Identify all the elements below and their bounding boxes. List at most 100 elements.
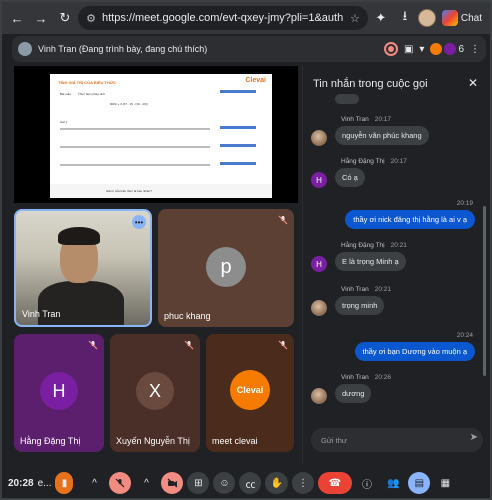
presenting-bar: Vinh Tran (Đang trình bày, đang chú thíc…	[12, 36, 486, 62]
chat-panel: Tin nhắn trong cuộc gọi ✕ Vinh Tran 20:17…	[302, 66, 488, 464]
chat-bubble: trọng minh	[335, 296, 385, 315]
emoji-reaction-button[interactable]: ☺	[213, 472, 236, 494]
site-info-icon[interactable]: ⚙	[84, 12, 98, 25]
people-icon[interactable]: 👥	[382, 472, 404, 494]
chat-title: Tin nhắn trong cuộc gọi	[313, 78, 428, 90]
classroom-icon[interactable]: ▮	[55, 472, 74, 494]
mic-off-icon	[278, 340, 288, 350]
browser-toolbar: ← → ↻ ⚙ https://meet.google.com/evt-qxey…	[2, 2, 490, 34]
address-bar[interactable]: ⚙ https://meet.google.com/evt-qxey-jmy?p…	[78, 6, 368, 30]
chat-bubble: nguyễn văn phúc khang	[335, 126, 429, 145]
person-hair	[58, 227, 100, 245]
participant-tile[interactable]: ••• Vinh Tran	[14, 209, 152, 327]
camera-off-icon[interactable]: ▣	[404, 44, 413, 55]
more-vertical-icon[interactable]: ⋮	[470, 44, 480, 55]
meet-window: ← → ↻ ⚙ https://meet.google.com/evt-qxey…	[0, 0, 492, 500]
captions-button[interactable]: ㏄	[239, 472, 262, 494]
extensions-icon[interactable]: ✦	[370, 7, 392, 29]
sender-avatar	[311, 388, 327, 404]
chat-sender: Vinh Tran	[341, 374, 369, 381]
mic-off-icon	[88, 340, 98, 350]
screen-share[interactable]: TÍNH GIÁ TRỊ CỦA BIỂU THỨC Clevai Bài mẫ…	[14, 66, 298, 203]
chat-time: 20:24	[456, 332, 473, 339]
slide-highlight	[220, 162, 256, 165]
slide-rule	[60, 128, 210, 130]
slide-footer-question: Giá trị của biểu thức là bao nhiêu?	[106, 189, 152, 193]
gemini-chat-button[interactable]: Chat	[438, 7, 486, 29]
sender-avatar	[311, 130, 327, 146]
downloads-icon[interactable]: ⭳	[394, 7, 416, 29]
profile-avatar[interactable]	[417, 9, 436, 27]
slide-problem-label: Bài mẫu	[60, 92, 72, 96]
chat-meta: Vinh Tran 20:17	[341, 116, 391, 123]
chat-meta: Vinh Tran 20:26	[341, 374, 391, 381]
participant-dot	[430, 43, 443, 55]
chat-sender: Vinh Tran	[341, 116, 369, 123]
bookmark-star-icon[interactable]: ☆	[348, 12, 362, 25]
participant-count: 6	[458, 43, 464, 55]
person-body	[38, 281, 124, 325]
camera-options-chevron-icon[interactable]: ^	[135, 472, 157, 494]
participant-tile[interactable]: X Xuyến Nguyễn Thị	[110, 334, 200, 452]
slide-logo: Clevai	[245, 77, 266, 84]
participant-name: Vinh Tran	[22, 309, 61, 319]
chat-message-list[interactable]: Vinh Tran 20:17 nguyễn văn phúc khang Hằn…	[303, 90, 489, 410]
send-icon[interactable]: ➤	[470, 432, 478, 443]
slide-step-label: Gợi ý	[60, 120, 68, 124]
mic-toggle-button[interactable]	[109, 472, 132, 494]
meeting-info-icon[interactable]: ⓘ	[356, 472, 378, 494]
chat-toggle-button[interactable]: ▤	[408, 472, 431, 494]
activities-icon[interactable]: ▦	[434, 472, 456, 494]
reload-icon[interactable]: ↻	[54, 7, 76, 29]
chat-bubble: E là trọng Minh ạ	[335, 252, 406, 271]
participant-tile[interactable]: Clevai meet clevai	[206, 334, 294, 452]
participant-avatar: Clevai	[230, 370, 270, 410]
chat-input[interactable]: Gửi thư	[311, 428, 483, 452]
present-screen-button[interactable]: ⊞	[187, 472, 210, 494]
camera-off-icon	[167, 478, 178, 488]
participant-tile[interactable]: H Hằng Đặng Thị	[14, 334, 104, 452]
mic-options-chevron-icon[interactable]: ^	[83, 472, 105, 494]
leave-call-button[interactable]: ☎	[317, 472, 352, 494]
chat-bubble: dương	[335, 384, 372, 403]
participant-name: meet clevai	[212, 436, 258, 446]
chat-bubble-own: thầy ơi nick đăng thị hằng là ai v ạ	[345, 210, 475, 229]
chat-time: 20:17	[390, 158, 407, 165]
chat-bubble: Có ạ	[335, 168, 365, 187]
recording-icon[interactable]	[383, 42, 398, 56]
mic-off-icon	[116, 478, 125, 488]
close-icon[interactable]: ✕	[468, 76, 478, 90]
mic-off-icon	[278, 215, 288, 225]
chat-meta: Vinh Tran 20:21	[341, 286, 391, 293]
participants-pill[interactable]: 6	[430, 43, 464, 55]
chat-time: 20:26	[374, 374, 391, 381]
raise-hand-button[interactable]: ✋	[265, 472, 288, 494]
slide-highlight	[220, 144, 256, 147]
participant-tile[interactable]: p phuc khang	[158, 209, 294, 327]
chat-sender: Vinh Tran	[341, 286, 369, 293]
chat-time: 20:19	[456, 200, 473, 207]
slide-rule	[60, 146, 210, 148]
more-options-button[interactable]: ⋮	[291, 472, 314, 494]
url-text[interactable]: https://meet.google.com/evt-qxey-jmy?pli…	[102, 12, 344, 24]
chat-bubble-own: thầy ơi bạn Dương vào muộn ạ	[354, 342, 475, 361]
presentation-slide: TÍNH GIÁ TRỊ CỦA BIỂU THỨC Clevai Bài mẫ…	[50, 74, 272, 198]
sender-avatar: H	[311, 172, 327, 188]
chat-meta: Hằng Đặng Thị 20:21	[341, 242, 407, 249]
camera-toggle-button[interactable]	[161, 472, 184, 494]
chat-input-placeholder: Gửi thư	[321, 435, 347, 445]
chevron-down-icon[interactable]: ▾	[419, 44, 424, 55]
meeting-clock: 20:28	[8, 477, 34, 489]
participant-name: phuc khang	[164, 311, 211, 321]
slide-footer: Giá trị của biểu thức là bao nhiêu?	[50, 184, 272, 198]
back-icon[interactable]: ←	[6, 7, 28, 29]
mic-off-icon	[184, 340, 194, 350]
chat-meta: Hằng Đặng Thị 20:17	[341, 158, 407, 165]
chat-scrollbar[interactable]	[483, 206, 486, 376]
forward-icon[interactable]: →	[30, 7, 52, 29]
video-stage: TÍNH GIÁ TRỊ CỦA BIỂU THỨC Clevai Bài mẫ…	[10, 64, 302, 464]
participant-avatar: X	[136, 372, 174, 410]
more-options-icon[interactable]: •••	[132, 215, 146, 229]
slide-title: TÍNH GIÁ TRỊ CỦA BIỂU THỨC	[58, 80, 117, 85]
participant-name: Xuyến Nguyễn Thị	[116, 436, 190, 446]
